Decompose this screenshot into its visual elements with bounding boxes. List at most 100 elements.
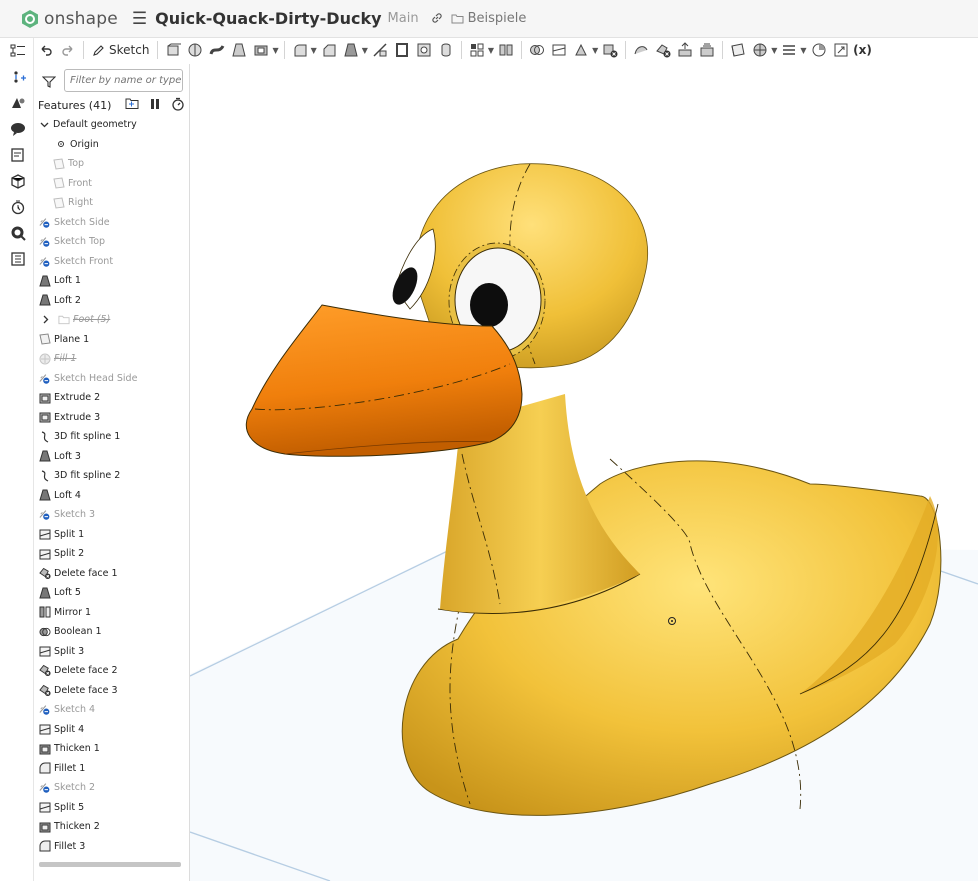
measure-tool-icon[interactable] <box>809 39 829 61</box>
feature-row[interactable]: 3D fit spline 2 <box>34 466 190 486</box>
feature-row[interactable]: Top <box>34 154 190 174</box>
shell-tool-icon[interactable] <box>392 39 412 61</box>
onshape-logo[interactable]: onshape <box>20 9 118 29</box>
feature-row[interactable]: Fillet 3 <box>34 837 190 857</box>
hamburger-menu-icon[interactable]: ☰ <box>132 9 147 29</box>
thicken-tool-icon[interactable] <box>251 39 271 61</box>
mate-tool-icon[interactable] <box>750 39 770 61</box>
parts-icon[interactable] <box>9 172 27 190</box>
branch-label[interactable]: Main <box>388 11 419 26</box>
feature-row[interactable]: Loft 2 <box>34 291 190 311</box>
mirror-tool-icon[interactable] <box>496 39 516 61</box>
pattern-tool-icon[interactable] <box>467 39 487 61</box>
appearance-icon[interactable] <box>9 94 27 112</box>
feature-list-icon[interactable] <box>9 42 27 60</box>
panel-scrollbar[interactable] <box>39 862 181 867</box>
chevron-down-icon[interactable]: ▼ <box>488 46 494 55</box>
feature-row[interactable]: Loft 5 <box>34 583 190 603</box>
inspect-icon[interactable] <box>9 224 27 242</box>
draft-tool-icon[interactable] <box>341 39 361 61</box>
feature-row[interactable]: Sketch 4 <box>34 700 190 720</box>
duck-model[interactable] <box>190 64 978 881</box>
pause-icon[interactable] <box>150 98 160 113</box>
feature-row[interactable]: Delete face 3 <box>34 681 190 701</box>
chevron-down-icon[interactable]: ▼ <box>771 46 777 55</box>
bom-icon[interactable] <box>9 250 27 268</box>
sweep-tool-icon[interactable] <box>207 39 227 61</box>
extrude-tool-icon[interactable] <box>163 39 183 61</box>
chevron-down-icon[interactable]: ▼ <box>311 46 317 55</box>
modify-fillet-tool-icon[interactable] <box>631 39 651 61</box>
3d-viewport[interactable] <box>190 64 978 881</box>
loft-tool-icon[interactable] <box>229 39 249 61</box>
transform-tool-icon[interactable] <box>571 39 591 61</box>
rib-tool-icon[interactable] <box>370 39 390 61</box>
feature-row[interactable]: Split 3 <box>34 642 190 662</box>
feature-filter-input[interactable] <box>64 69 183 92</box>
default-geometry-row[interactable]: Default geometry <box>34 115 190 135</box>
feature-row[interactable]: Foot (5) <box>34 310 190 330</box>
feature-row[interactable]: Boolean 1 <box>34 622 190 642</box>
chevron-down-icon[interactable]: ▼ <box>592 46 598 55</box>
feature-row[interactable]: Thicken 2 <box>34 817 190 837</box>
feature-row[interactable]: Thicken 1 <box>34 739 190 759</box>
chevron-down-icon[interactable] <box>38 119 50 131</box>
chevron-down-icon[interactable]: ▼ <box>272 46 278 55</box>
feature-row[interactable]: Fill 1 <box>34 349 190 369</box>
feature-row[interactable]: Mirror 1 <box>34 603 190 623</box>
feature-row[interactable]: Right <box>34 193 190 213</box>
hole-tool-icon[interactable] <box>414 39 434 61</box>
feature-row[interactable]: 3D fit spline 1 <box>34 427 190 447</box>
delete-face-tool-icon[interactable] <box>653 39 673 61</box>
feature-row[interactable]: Split 5 <box>34 798 190 818</box>
feature-row[interactable]: Sketch 2 <box>34 778 190 798</box>
boolean-tool-icon[interactable] <box>527 39 547 61</box>
curve-tool-icon[interactable] <box>779 39 799 61</box>
revolve-tool-icon[interactable] <box>185 39 205 61</box>
custom-feature-tool-icon[interactable] <box>831 39 851 61</box>
replace-face-tool-icon[interactable] <box>697 39 717 61</box>
folder-breadcrumb[interactable]: Beispiele <box>451 11 526 26</box>
feature-row[interactable]: Sketch 3 <box>34 505 190 525</box>
feature-row[interactable]: Sketch Top <box>34 232 190 252</box>
fillet-tool-icon[interactable] <box>290 39 310 61</box>
feature-row[interactable]: Delete face 2 <box>34 661 190 681</box>
link-icon[interactable] <box>431 9 443 28</box>
undo-icon[interactable] <box>36 39 56 61</box>
stopwatch-icon[interactable] <box>171 97 185 114</box>
notes-icon[interactable] <box>9 146 27 164</box>
feature-row[interactable]: Split 2 <box>34 544 190 564</box>
split-tool-icon[interactable] <box>549 39 569 61</box>
plane-tool-icon[interactable] <box>728 39 748 61</box>
delete-part-tool-icon[interactable] <box>600 39 620 61</box>
chamfer-tool-icon[interactable] <box>319 39 339 61</box>
feature-row[interactable]: Extrude 2 <box>34 388 190 408</box>
chevron-down-icon[interactable]: ▼ <box>362 46 368 55</box>
feature-row[interactable]: Sketch Side <box>34 213 190 233</box>
comments-icon[interactable] <box>9 120 27 138</box>
cylinder-tool-icon[interactable] <box>436 39 456 61</box>
filter-icon[interactable] <box>41 74 57 93</box>
document-title[interactable]: Quick-Quack-Dirty-Ducky <box>155 9 381 28</box>
feature-row[interactable]: Fillet 1 <box>34 759 190 779</box>
move-face-tool-icon[interactable] <box>675 39 695 61</box>
sketch-button[interactable]: Sketch <box>89 39 152 61</box>
feature-row[interactable]: Sketch Front <box>34 252 190 272</box>
chevron-down-icon[interactable]: ▼ <box>800 46 806 55</box>
feature-row[interactable]: Origin <box>34 135 190 155</box>
feature-row[interactable]: Loft 4 <box>34 486 190 506</box>
feature-row[interactable]: Sketch Head Side <box>34 369 190 389</box>
variable-icon[interactable]: (x) <box>853 39 873 61</box>
feature-row[interactable]: Split 1 <box>34 525 190 545</box>
chevron-right-icon[interactable] <box>39 314 51 326</box>
feature-row[interactable]: Loft 1 <box>34 271 190 291</box>
feature-row[interactable]: Front <box>34 174 190 194</box>
add-folder-icon[interactable] <box>125 97 139 113</box>
feature-row[interactable]: Delete face 1 <box>34 564 190 584</box>
feature-row[interactable]: Loft 3 <box>34 447 190 467</box>
duck-beak[interactable] <box>245 304 523 457</box>
redo-icon[interactable] <box>58 39 78 61</box>
feature-row[interactable]: Split 4 <box>34 720 190 740</box>
feature-row[interactable]: Plane 1 <box>34 330 190 350</box>
mate-connector-icon[interactable] <box>9 68 27 86</box>
